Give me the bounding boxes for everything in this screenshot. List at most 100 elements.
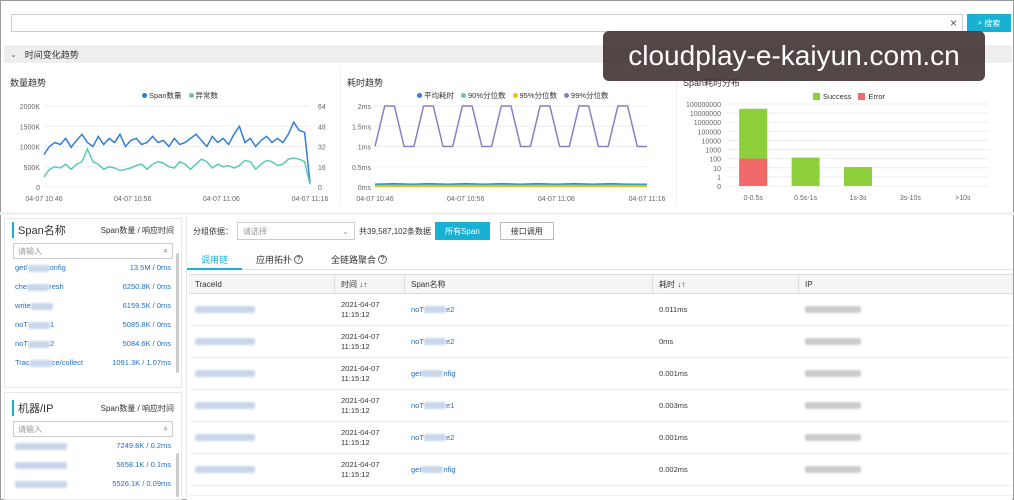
table-row[interactable]: [189, 486, 1013, 496]
span-list-item[interactable]: noT 1 5085.8K / 0ms: [5, 320, 181, 338]
y-tick-label: 2000K: [20, 104, 41, 111]
legend-item[interactable]: Span数量: [142, 90, 182, 101]
y-tick-label: 100000000: [686, 102, 721, 109]
span-list-item[interactable]: Trac ce/collect 1091.3K / 1.07ms: [5, 358, 181, 382]
tab-bar: 调用链 应用拓扑? 全链路聚合?: [187, 250, 1013, 270]
api-call-button[interactable]: 接口调用: [499, 222, 554, 240]
ip-search-input[interactable]: 请输入 ⌕: [13, 421, 173, 437]
y2-tick-label: 0: [318, 185, 322, 192]
traceid-cell[interactable]: [189, 422, 335, 453]
legend-item[interactable]: Error: [858, 92, 885, 101]
span-panel-subtitle: Span数量 / 响应时间: [100, 225, 174, 235]
help-icon[interactable]: ?: [378, 255, 388, 264]
legend-item[interactable]: 90%分位数: [461, 90, 506, 101]
span-panel-title: Span名称: [12, 222, 66, 238]
close-icon[interactable]: ×: [950, 16, 957, 30]
table-row[interactable]: 2021-04-07 11:15:12 get nfig 0.002ms: [189, 454, 1013, 486]
span-item-value: 13.5M / 0ms: [129, 263, 171, 272]
span-search-input[interactable]: 请输入 ⌕: [13, 243, 173, 259]
span-item-name[interactable]: Trac ce/collect: [15, 358, 83, 367]
ip-panel-header: 机器/IP Span数量 / 响应时间: [5, 397, 181, 419]
search-button[interactable]: ⌕ 搜索: [967, 14, 1011, 32]
x-tick-label: 04-07 10:56: [114, 196, 151, 203]
ip-cell: [799, 454, 1013, 485]
bar-success: [844, 167, 872, 186]
span-list-item[interactable]: get/onfig 13.5M / 0ms: [5, 263, 181, 281]
traceid-cell[interactable]: [189, 326, 335, 357]
search-input[interactable]: ×: [11, 14, 963, 32]
span-name-cell[interactable]: noT e2: [405, 326, 653, 357]
y-tick-label: 10000000: [690, 111, 721, 118]
table-row[interactable]: 2021-04-07 11:15:12 noT e2 0ms: [189, 326, 1013, 358]
time-cell: 2021-04-07 11:15:12: [341, 299, 380, 319]
ip-cell: [799, 390, 1013, 421]
y-tick-label: 1500K: [20, 124, 41, 131]
legend-item[interactable]: 95%分位数: [512, 90, 557, 101]
span-list-item[interactable]: write 6159.5K / 0ms: [5, 301, 181, 319]
ip-list-item[interactable]: 5526.1K / 0.09ms: [5, 479, 181, 498]
col-duration[interactable]: 耗时 ↓↑: [653, 275, 799, 293]
x-tick-label: 04-07 10:46: [356, 196, 393, 203]
ip-cell: [799, 358, 1013, 389]
ip-item-address[interactable]: [15, 441, 67, 450]
ip-cell: [799, 326, 1013, 357]
chevron-down-icon[interactable]: ⌄: [10, 50, 17, 59]
latency-trend-panel: 耗时趋势 平均耗时 90%分位数 95%分位数 99%分位数 0ms 0.5ms 1…: [340, 66, 670, 206]
scrollbar[interactable]: [176, 253, 179, 373]
span-item-value: 6159.5K / 0ms: [122, 301, 171, 310]
legend-item[interactable]: Success: [813, 92, 851, 101]
span-item-name[interactable]: get/onfig: [15, 263, 66, 272]
traceid-cell[interactable]: [189, 294, 335, 325]
ip-item-address[interactable]: [15, 460, 67, 469]
traceid-cell[interactable]: [189, 454, 335, 485]
span-name-cell[interactable]: noT e2: [405, 422, 653, 453]
ip-list-item[interactable]: 5658.1K / 0.1ms: [5, 460, 181, 479]
y-tick-label: 100000: [698, 129, 721, 136]
span-name-cell[interactable]: noT e2: [405, 294, 653, 325]
legend-item[interactable]: 99%分位数: [564, 90, 609, 101]
ip-item-value: 5658.1K / 0.1ms: [116, 460, 171, 469]
traceid-cell[interactable]: [189, 358, 335, 389]
chart-legend: Success Error: [813, 92, 885, 101]
span-item-name[interactable]: noT 2: [15, 339, 54, 348]
table-row[interactable]: 2021-04-07 11:15:12 noT e2 0.011ms: [189, 294, 1013, 326]
span-list-item[interactable]: che resh 6250.8K / 0ms: [5, 282, 181, 300]
span-list-item[interactable]: noT 2 5084.6K / 0ms: [5, 339, 181, 357]
table-row[interactable]: 2021-04-07 11:15:12 noT e2 0.001ms: [189, 422, 1013, 454]
span-item-name[interactable]: che resh: [15, 282, 64, 291]
help-icon[interactable]: ?: [294, 255, 304, 264]
span-item-name[interactable]: write: [15, 301, 53, 310]
span-item-name[interactable]: noT 1: [15, 320, 54, 329]
ip-item-address[interactable]: [15, 479, 67, 488]
y2-tick-label: 48: [318, 124, 326, 131]
col-ip: IP: [805, 279, 813, 289]
all-span-button[interactable]: 所有Span: [435, 222, 490, 240]
search-button-label: 搜索: [984, 18, 1001, 28]
traceid-cell[interactable]: [189, 390, 335, 421]
span-name-cell[interactable]: noT e1: [405, 390, 653, 421]
col-time[interactable]: 时间 ↓↑: [335, 275, 405, 293]
scrollbar[interactable]: [176, 453, 179, 497]
tab-topology[interactable]: 应用拓扑?: [242, 250, 317, 269]
search-icon: ⌕: [163, 424, 168, 433]
span-name-cell[interactable]: get nfig: [405, 358, 653, 389]
filter-bar: 分组依据： 请选择 ⌄ 共39,587,102条数据 所有Span 接口调用: [193, 222, 554, 240]
tab-trace[interactable]: 调用链: [187, 250, 243, 270]
span-name-cell[interactable]: get nfig: [405, 454, 653, 485]
col-traceid[interactable]: TraceId: [189, 275, 335, 293]
group-by-select[interactable]: 请选择 ⌄: [237, 222, 355, 240]
chart-legend: Span数量 异常数: [142, 90, 218, 101]
table-row[interactable]: 2021-04-07 11:15:12 noT e1 0.003ms: [189, 390, 1013, 422]
tab-aggregation[interactable]: 全链路聚合?: [317, 250, 401, 269]
legend-item[interactable]: 异常数: [188, 90, 218, 101]
table-row[interactable]: 2021-04-07 11:15:12 get nfig 0.001ms: [189, 358, 1013, 390]
y-tick-label: 10: [713, 166, 721, 173]
legend-item[interactable]: 平均耗时: [417, 90, 454, 101]
group-by-label: 分组依据：: [193, 226, 233, 236]
duration-dist-panel: Span耗时分布 Success Error 0 1 10 100 1000 10000 1…: [676, 66, 1010, 206]
span-item-value: 6250.8K / 0ms: [122, 282, 171, 291]
col-span-name[interactable]: Span名称: [405, 275, 653, 293]
x-tick-label: 0.5s-1s: [794, 195, 817, 202]
duration-cell: 0.001ms: [659, 369, 688, 378]
ip-list-item[interactable]: 7249.8K / 0.2ms: [5, 441, 181, 460]
